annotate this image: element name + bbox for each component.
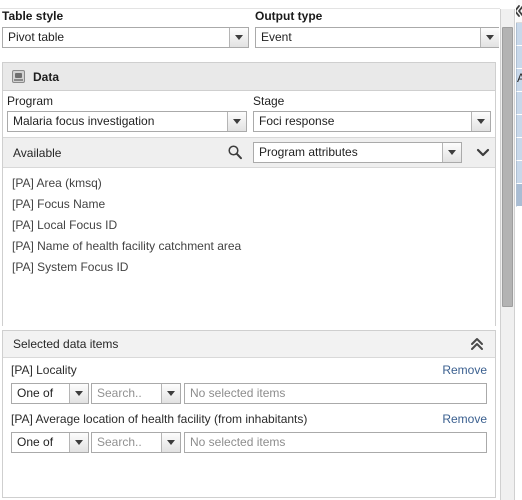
list-item[interactable]: [PA] Name of health facility catchment a… — [3, 236, 495, 257]
program-attributes-value: Program attributes — [259, 145, 358, 159]
operator-select[interactable]: One of — [11, 383, 89, 404]
main-scroll-column: Table style Pivot table Output type Even… — [0, 9, 499, 500]
available-bar: Available Program attributes — [3, 137, 495, 168]
output-type-label: Output type — [255, 9, 323, 23]
selected-data-items-title: Selected data items — [13, 337, 119, 351]
available-items-list[interactable]: [PA] Area (kmsq) [PA] Focus Name [PA] Lo… — [3, 168, 495, 329]
selected-item-row: [PA] Average location of health facility… — [3, 407, 495, 456]
right-panel-cell[interactable] — [516, 69, 522, 92]
operator-value: One of — [17, 386, 54, 400]
table-style-label: Table style — [2, 9, 64, 23]
table-style-value: Pivot table — [8, 30, 65, 44]
selected-item-header: [PA] Average location of health facility… — [11, 412, 487, 429]
selected-item-controls: One of Search.. No selected items — [11, 432, 487, 453]
list-item[interactable]: [PA] System Focus ID — [3, 257, 495, 278]
stage-label: Stage — [253, 94, 285, 108]
program-stage-row: Program Malaria focus investigation Stag… — [3, 91, 495, 137]
right-panel-header — [516, 0, 522, 23]
selected-item-row: [PA] Locality Remove One of Search.. No … — [3, 358, 495, 407]
data-panel: Data Program Malaria focus investigation… — [2, 62, 496, 329]
right-panel-cell[interactable] — [516, 46, 522, 69]
remove-button[interactable]: Remove — [442, 412, 487, 426]
chevron-down-icon — [75, 440, 83, 445]
search-select[interactable]: Search.. — [91, 432, 181, 453]
stage-value: Foci response — [259, 114, 335, 128]
right-side-panel-peek — [516, 0, 522, 500]
selected-item-name: [PA] Average location of health facility… — [11, 412, 308, 426]
chevron-double-up-icon[interactable] — [469, 336, 485, 352]
remove-button[interactable]: Remove — [442, 363, 487, 377]
list-item[interactable]: [PA] Local Focus ID — [3, 215, 495, 236]
chevron-down-icon — [235, 35, 243, 40]
chevron-down-icon — [477, 119, 485, 124]
search-placeholder: Search.. — [97, 435, 142, 449]
chevron-down-icon — [167, 440, 175, 445]
program-field: Program Malaria focus investigation — [7, 93, 247, 132]
selected-item-name: [PA] Locality — [11, 363, 77, 377]
output-type-field: Output type Event — [255, 9, 499, 48]
table-style-dropdown-button[interactable] — [229, 28, 248, 47]
operator-select[interactable]: One of — [11, 432, 89, 453]
output-type-select[interactable]: Event — [255, 27, 499, 48]
table-style-field: Table style Pivot table — [2, 9, 249, 48]
top-spacer — [0, 0, 500, 9]
selected-item-controls: One of Search.. No selected items — [11, 383, 487, 404]
program-label: Program — [7, 94, 54, 108]
stage-dropdown-button[interactable] — [471, 112, 490, 131]
list-item[interactable]: [PA] Focus Name — [3, 194, 495, 215]
right-panel-cell[interactable] — [516, 23, 522, 46]
program-select[interactable]: Malaria focus investigation — [7, 111, 247, 132]
selected-data-items-header[interactable]: Selected data items — [3, 331, 495, 358]
selected-items-display[interactable]: No selected items — [184, 383, 487, 404]
list-item[interactable]: [PA] Area (kmsq) — [3, 173, 495, 194]
selected-data-items-panel: Selected data items [PA] Locality Remove… — [2, 330, 496, 498]
chevron-down-icon — [75, 391, 83, 396]
data-panel-header[interactable]: Data — [3, 63, 495, 91]
available-expand-chevron-down-icon[interactable] — [475, 144, 491, 160]
chevron-double-left-icon[interactable] — [516, 4, 522, 18]
operator-value: One of — [17, 435, 54, 449]
right-panel-empty-area — [516, 207, 522, 467]
scrollbar-thumb[interactable] — [502, 27, 513, 307]
right-panel-cell[interactable] — [516, 115, 522, 138]
right-panel-cell[interactable] — [516, 138, 522, 161]
right-panel-cell[interactable] — [516, 92, 522, 115]
chevron-down-icon — [167, 391, 175, 396]
table-style-select[interactable]: Pivot table — [2, 27, 249, 48]
stage-field: Stage Foci response — [253, 93, 491, 132]
top-fields-row: Table style Pivot table Output type Even… — [0, 9, 499, 56]
right-panel-cell[interactable] — [516, 161, 522, 184]
data-table-icon — [12, 70, 25, 83]
magnifier-icon[interactable] — [227, 144, 243, 160]
program-attributes-select[interactable]: Program attributes — [253, 142, 462, 163]
chevron-down-icon — [448, 150, 456, 155]
search-dropdown-button[interactable] — [161, 433, 180, 452]
vertical-scrollbar[interactable] — [500, 9, 515, 500]
available-label: Available — [13, 145, 62, 160]
output-type-dropdown-button[interactable] — [480, 28, 499, 47]
operator-dropdown-button[interactable] — [69, 433, 88, 452]
program-attributes-dropdown-button[interactable] — [442, 143, 461, 162]
selected-items-display[interactable]: No selected items — [184, 432, 487, 453]
chevron-down-icon — [486, 35, 494, 40]
data-panel-title: Data — [33, 69, 60, 84]
output-type-value: Event — [261, 30, 292, 44]
search-select[interactable]: Search.. — [91, 383, 181, 404]
search-dropdown-button[interactable] — [161, 384, 180, 403]
stage-select[interactable]: Foci response — [253, 111, 491, 132]
chevron-down-icon — [233, 119, 241, 124]
right-panel-cell-selected[interactable] — [516, 184, 522, 207]
program-value: Malaria focus investigation — [13, 114, 155, 128]
data-selection-panel: Table style Pivot table Output type Even… — [0, 0, 522, 500]
search-placeholder: Search.. — [97, 386, 142, 400]
operator-dropdown-button[interactable] — [69, 384, 88, 403]
selected-item-header: [PA] Locality Remove — [11, 363, 487, 380]
program-dropdown-button[interactable] — [227, 112, 246, 131]
